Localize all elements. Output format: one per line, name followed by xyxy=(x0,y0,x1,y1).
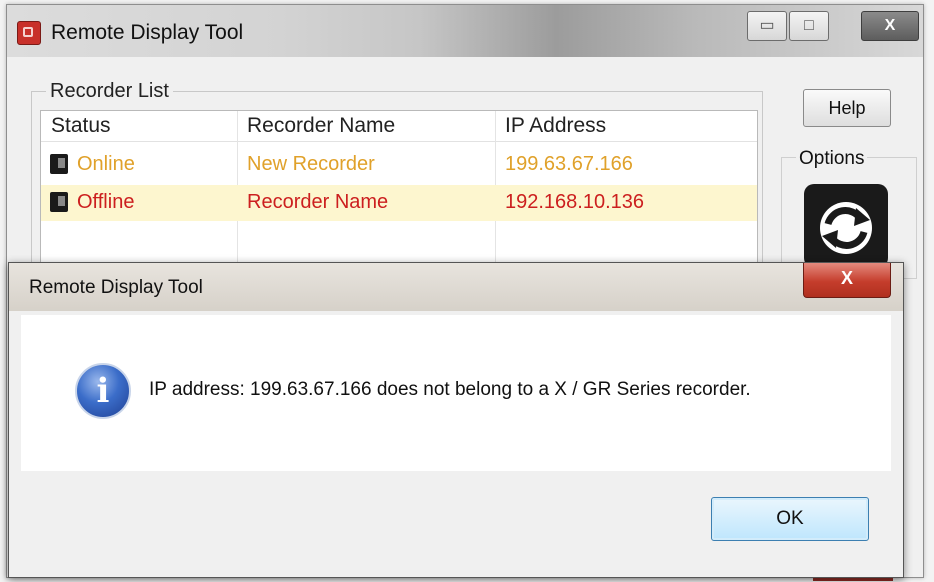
status-cell: Offline xyxy=(77,191,135,213)
ip-address-cell: 199.63.67.166 xyxy=(505,153,633,175)
table-header: Status Recorder Name IP Address xyxy=(41,111,757,142)
table-row[interactable]: Offline Recorder Name 192.168.10.136 xyxy=(41,185,757,221)
close-button[interactable]: X xyxy=(861,11,919,41)
app-icon xyxy=(17,21,41,45)
maximize-button[interactable]: □ xyxy=(789,11,829,41)
recorder-table[interactable]: Status Recorder Name IP Address Online N… xyxy=(40,110,758,282)
recorder-status-icon xyxy=(50,192,68,212)
dialog-close-button[interactable]: X xyxy=(803,263,891,298)
recorder-name-cell: Recorder Name xyxy=(247,191,389,213)
minimize-button[interactable]: ▭ xyxy=(747,11,787,41)
options-label: Options xyxy=(796,148,868,170)
options-group: Options xyxy=(781,148,917,279)
info-icon: i xyxy=(75,363,131,419)
status-cell: Online xyxy=(77,153,135,175)
dialog-body: i IP address: 199.63.67.166 does not bel… xyxy=(21,315,891,471)
column-header-ip-address[interactable]: IP Address xyxy=(505,114,606,138)
recorder-list-group: Recorder List Status Recorder Name IP Ad… xyxy=(31,80,763,283)
recorder-list-legend: Recorder List xyxy=(46,80,173,103)
dialog-titlebar[interactable]: Remote Display Tool X xyxy=(9,263,903,311)
column-header-recorder-name[interactable]: Recorder Name xyxy=(247,114,395,138)
recorder-name-cell: New Recorder xyxy=(247,153,375,175)
refresh-icon xyxy=(820,202,872,254)
dialog-message: IP address: 199.63.67.166 does not belon… xyxy=(149,379,751,400)
dialog-title: Remote Display Tool xyxy=(29,277,203,298)
ip-address-cell: 192.168.10.136 xyxy=(505,191,645,213)
refresh-button[interactable] xyxy=(804,184,888,268)
column-header-status[interactable]: Status xyxy=(51,114,111,138)
help-button[interactable]: Help xyxy=(803,89,891,127)
message-dialog: Remote Display Tool X i IP address: 199.… xyxy=(8,262,904,578)
table-row[interactable]: Online New Recorder 199.63.67.166 xyxy=(41,147,757,183)
window-title: Remote Display Tool xyxy=(51,21,244,44)
main-titlebar[interactable]: Remote Display Tool ▭ □ X xyxy=(7,5,923,57)
ok-button[interactable]: OK xyxy=(711,497,869,541)
recorder-status-icon xyxy=(50,154,68,174)
